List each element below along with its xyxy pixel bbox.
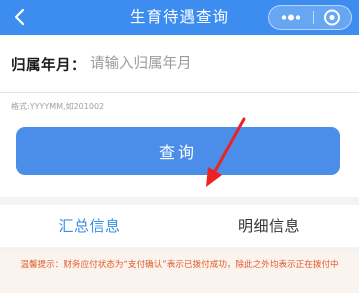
query-form: 归属年月： 格式:YYYYMM,如201002 查询 <box>0 35 359 197</box>
notice-banner: 温馨提示：财务应付状态为“支付确认”表示已拨付成功，除此之外均表示正在拨付中 <box>0 251 359 293</box>
format-hint: 格式:YYYYMM,如201002 <box>11 102 105 111</box>
tab-summary[interactable]: 汇总信息 <box>0 205 179 247</box>
menu-capsule <box>268 5 352 30</box>
page: 生育待遇查询 归属年月： 格式:YYYYMM,如2 <box>0 0 359 293</box>
period-label: 归属年月： <box>11 58 86 74</box>
divider <box>0 92 359 93</box>
target-circle-icon[interactable] <box>314 6 351 29</box>
period-field-row: 归属年月： <box>0 35 359 92</box>
more-dots-icon[interactable] <box>269 6 313 29</box>
period-input[interactable] <box>90 49 345 78</box>
query-button[interactable]: 查询 <box>16 127 340 175</box>
nav-header: 生育待遇查询 <box>0 0 359 35</box>
tab-bar: 汇总信息 明细信息 <box>0 205 359 247</box>
tab-detail[interactable]: 明细信息 <box>179 205 359 247</box>
